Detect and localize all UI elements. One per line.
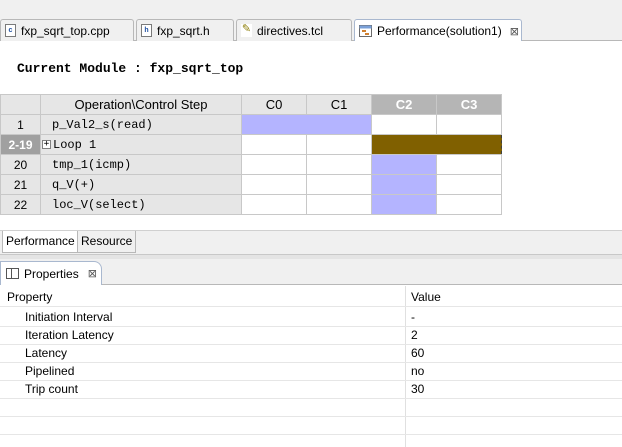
tab-fxp-sqrt-h[interactable]: h fxp_sqrt.h [136, 19, 234, 41]
property-value: 60 [411, 346, 425, 360]
schedule-cell [436, 194, 502, 215]
schedule-cell [371, 114, 437, 135]
schedule-cell [436, 174, 502, 195]
tab-label: directives.tcl [257, 23, 324, 38]
schedule-cell [241, 134, 307, 155]
schedule-cell [306, 134, 372, 155]
step-header-c2[interactable]: C2 [371, 94, 437, 115]
step-header-c0[interactable]: C0 [241, 94, 307, 115]
tab-performance-solution1[interactable]: Performance(solution1) ⊠ [354, 19, 522, 42]
step-header-c1[interactable]: C1 [306, 94, 372, 115]
tab-label: fxp_sqrt_top.cpp [21, 23, 110, 38]
property-value: no [411, 364, 425, 378]
operation-name[interactable]: + Loop 1 [40, 134, 242, 155]
tab-label: Properties [24, 266, 79, 281]
schedule-cell-op-span[interactable] [371, 154, 437, 175]
tab-properties[interactable]: Properties ⊠ [0, 261, 102, 285]
properties-tab-bar: Properties ⊠ [0, 259, 622, 285]
schedule-cell [306, 154, 372, 175]
editor-tab-bar: c fxp_sqrt_top.cpp h fxp_sqrt.h ✎ direct… [0, 0, 622, 42]
schedule-cell [241, 154, 307, 175]
property-value: - [411, 310, 415, 324]
operation-name[interactable]: q_V(+) [40, 174, 242, 195]
schedule-cell [306, 194, 372, 215]
table-row[interactable]: Latency 60 [0, 345, 622, 363]
header-file-icon: h [141, 24, 152, 37]
schedule-cell-op-span[interactable] [371, 174, 437, 195]
schedule-cell-op-span[interactable] [241, 114, 372, 135]
table-row[interactable]: Initiation Interval - [0, 309, 622, 327]
close-icon[interactable]: ⊠ [510, 25, 519, 38]
properties-icon [6, 268, 19, 279]
performance-icon [359, 25, 372, 37]
empty-row [0, 417, 622, 435]
expand-icon[interactable]: + [42, 139, 51, 149]
tab-label: Performance(solution1) [377, 24, 502, 38]
property-name: Pipelined [25, 364, 75, 378]
tcl-file-icon: ✎ [241, 23, 252, 37]
operation-header[interactable]: Operation\Control Step [40, 94, 242, 115]
close-icon[interactable]: ⊠ [88, 267, 97, 280]
table-row[interactable]: 21 q_V(+) [0, 174, 502, 195]
table-row[interactable]: 20 tmp_1(icmp) [0, 154, 502, 175]
schedule-cell [241, 194, 307, 215]
schedule-cell [306, 174, 372, 195]
tab-resource[interactable]: Resource [77, 231, 137, 253]
view-sub-tabs: Performance Resource [0, 230, 622, 254]
module-header: Current Module : fxp_sqrt_top [0, 41, 622, 94]
property-column-header[interactable]: Property [7, 289, 52, 306]
tab-directives-tcl[interactable]: ✎ directives.tcl [236, 19, 352, 41]
table-row[interactable]: 2-19 + Loop 1 [0, 134, 502, 155]
operation-name[interactable]: loc_V(select) [40, 194, 242, 215]
loop-span-bar[interactable] [371, 134, 502, 155]
property-value: 2 [411, 328, 418, 342]
schedule-header-row: Operation\Control Step C0 C1 C2 C3 [0, 94, 502, 115]
properties-header-row: Property Value [0, 289, 622, 307]
schedule-cell-op-span[interactable] [371, 194, 437, 215]
loop-label: Loop 1 [53, 137, 97, 152]
row-number-header [0, 94, 41, 115]
row-number: 1 [0, 114, 41, 135]
operation-name[interactable]: p_Val2_s(read) [40, 114, 242, 135]
operation-name[interactable]: tmp_1(icmp) [40, 154, 242, 175]
property-name: Initiation Interval [25, 310, 113, 324]
tab-label: fxp_sqrt.h [157, 23, 210, 38]
schedule-table: Operation\Control Step C0 C1 C2 C3 1 p_V… [0, 94, 502, 215]
row-number: 2-19 [0, 134, 41, 155]
property-name: Iteration Latency [25, 328, 114, 342]
tab-performance[interactable]: Performance [2, 231, 79, 253]
value-column-header[interactable]: Value [411, 289, 441, 306]
schedule-cell [241, 174, 307, 195]
tab-fxp-sqrt-top-cpp[interactable]: c fxp_sqrt_top.cpp [0, 19, 134, 41]
properties-table: Property Value Initiation Interval - Ite… [0, 286, 622, 447]
empty-row [0, 399, 622, 417]
property-value: 30 [411, 382, 425, 396]
table-row[interactable]: Trip count 30 [0, 381, 622, 399]
property-name: Trip count [25, 382, 78, 396]
current-module-title: Current Module : fxp_sqrt_top [17, 61, 244, 76]
property-name: Latency [25, 346, 68, 360]
step-header-c3[interactable]: C3 [436, 94, 502, 115]
table-row[interactable]: Pipelined no [0, 363, 622, 381]
row-number: 21 [0, 174, 41, 195]
cpp-file-icon: c [5, 24, 16, 37]
row-number: 20 [0, 154, 41, 175]
schedule-cell [436, 114, 502, 135]
table-row[interactable]: 22 loc_V(select) [0, 194, 502, 215]
table-row[interactable]: 1 p_Val2_s(read) [0, 114, 502, 135]
schedule-cell [436, 154, 502, 175]
table-row[interactable]: Iteration Latency 2 [0, 327, 622, 345]
row-number: 22 [0, 194, 41, 215]
